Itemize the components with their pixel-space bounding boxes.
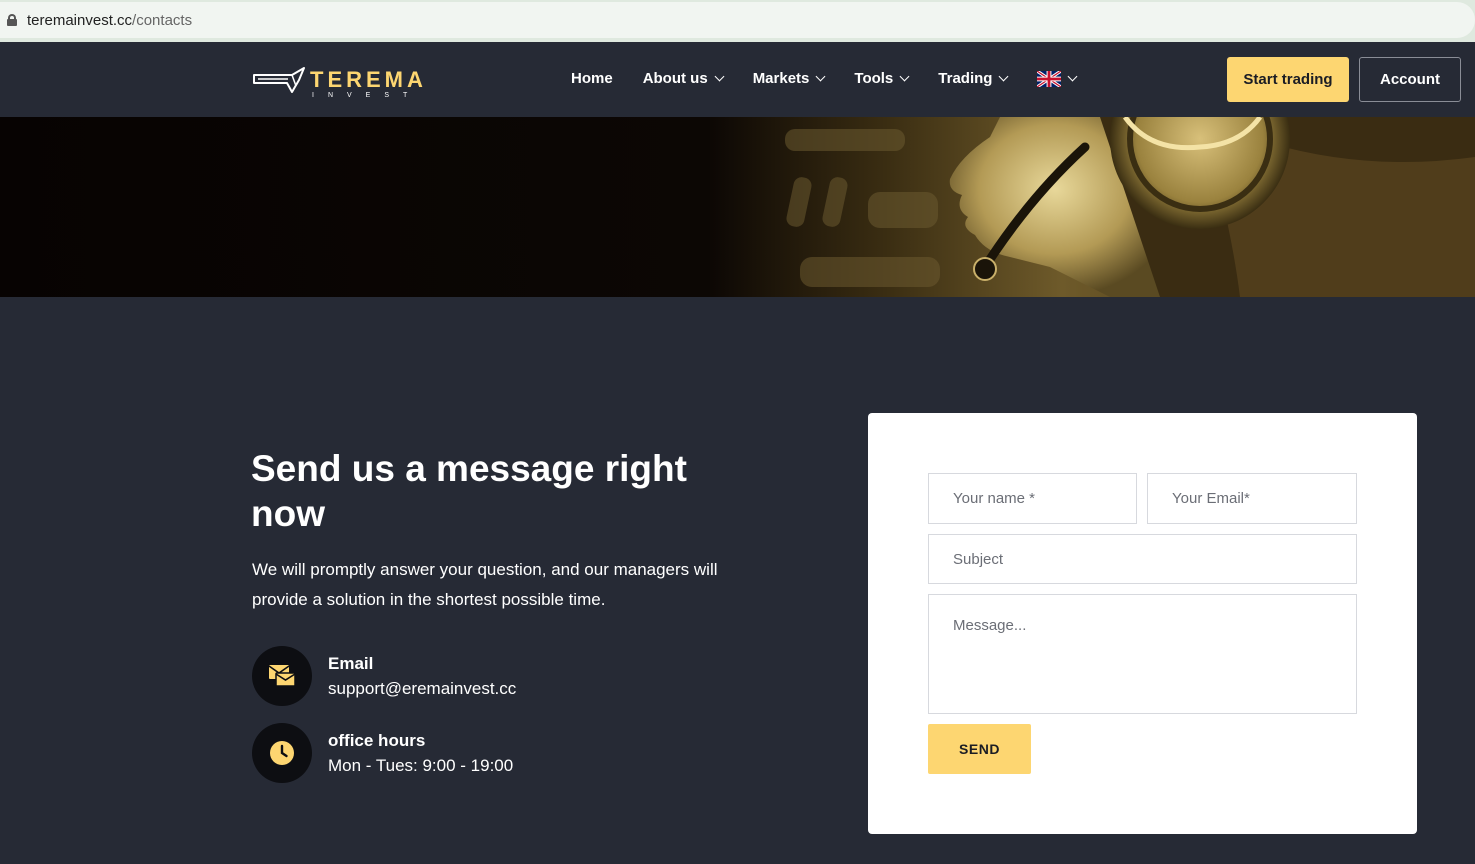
svg-text:TEREMA: TEREMA [310,67,427,92]
uk-flag-icon [1036,69,1063,88]
nav-trading[interactable]: Trading [938,70,1009,87]
url-text[interactable]: teremainvest.cc/contacts [27,12,192,29]
svg-text:INVEST: INVEST [312,92,421,98]
email-input[interactable] [1147,473,1357,524]
email-text: Email support@eremainvest.cc [328,651,516,701]
url-domain: teremainvest.cc [27,11,133,29]
browser-address-bar: teremainvest.cc/contacts [0,0,1475,42]
terema-logo[interactable]: TEREMA INVEST [252,66,437,99]
nav-tools-label: Tools [854,70,894,87]
language-selector[interactable] [1036,69,1078,88]
message-textarea[interactable] [928,594,1357,714]
email-info: Email support@eremainvest.cc [252,646,516,706]
chevron-down-icon [899,71,910,82]
nav-markets-label: Markets [752,70,810,87]
nav-tools[interactable]: Tools [854,70,910,87]
start-trading-button[interactable]: Start trading [1227,57,1349,102]
nav-about-us[interactable]: About us [642,70,725,87]
hero-banner [0,117,1475,297]
chevron-down-icon [999,71,1009,82]
chevron-down-icon [1068,71,1078,82]
clock-icon [252,723,312,783]
envelope-icon [252,646,312,706]
nav-trading-label: Trading [938,70,993,87]
name-input[interactable] [928,473,1137,524]
contact-form: SEND [868,413,1417,834]
nav-home-label: Home [571,70,613,87]
contact-description: We will promptly answer your question, a… [252,560,718,609]
nav-markets[interactable]: Markets [752,70,826,87]
main-menu: Home About us Markets Tools Trading [571,69,1106,88]
support-agent-image [0,117,1475,297]
nav-home[interactable]: Home [571,70,613,87]
chevron-down-icon [714,71,725,82]
office-hours-info: office hours Mon - Tues: 9:00 - 19:00 [252,723,513,783]
subject-input[interactable] [928,534,1357,584]
nav-about-us-label: About us [642,70,708,87]
site-header: TEREMA INVEST Home About us Markets Tool… [0,42,1475,117]
email-value[interactable]: support@eremainvest.cc [328,676,516,701]
address-field[interactable]: teremainvest.cc/contacts [0,2,1475,38]
send-button[interactable]: SEND [928,724,1031,774]
email-title: Email [328,654,374,673]
office-hours-value: Mon - Tues: 9:00 - 19:00 [328,756,514,775]
contact-heading: Send us a message right now [251,448,687,534]
lock-icon [7,14,17,26]
chevron-down-icon [815,71,826,82]
account-button[interactable]: Account [1359,57,1461,102]
url-path: /contacts [132,11,193,29]
office-hours-text: office hours Mon - Tues: 9:00 - 19:00 [328,728,513,778]
office-hours-title: office hours [328,731,426,750]
